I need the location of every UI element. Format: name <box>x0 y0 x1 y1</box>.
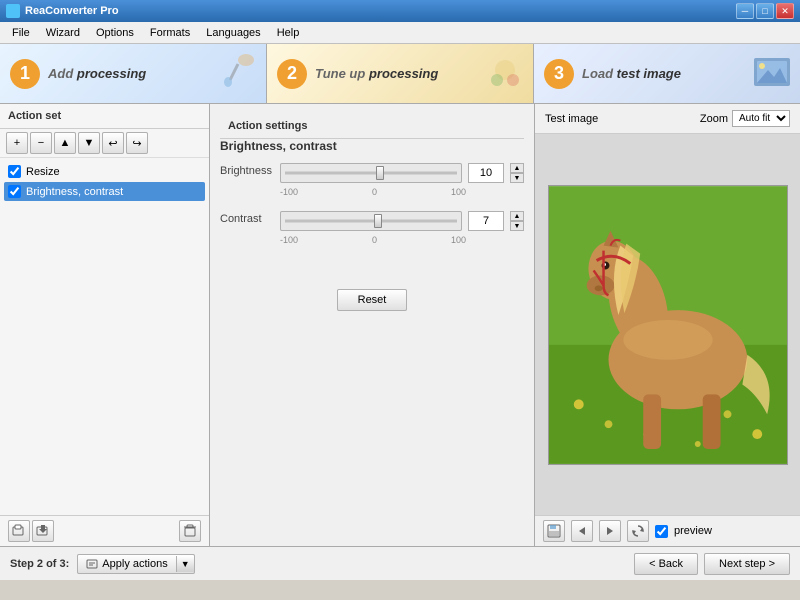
step-3-number: 3 <box>544 59 574 89</box>
status-bar: Step 2 of 3: Apply actions ▼ < Back Next… <box>0 546 800 580</box>
forward-image-button[interactable] <box>599 520 621 542</box>
step-2-text: Tune up processing <box>315 66 438 81</box>
brightness-spinner[interactable]: ▲ ▼ <box>510 163 524 183</box>
right-bottom-toolbar: preview <box>535 515 800 546</box>
apply-dropdown-arrow[interactable]: ▼ <box>176 556 194 572</box>
brightness-slider[interactable] <box>280 163 462 183</box>
minimize-button[interactable]: ─ <box>736 3 754 19</box>
menu-options[interactable]: Options <box>88 25 142 41</box>
contrast-spinner[interactable]: ▲ ▼ <box>510 211 524 231</box>
action-resize-label: Resize <box>26 166 60 178</box>
zoom-select[interactable]: Auto fit 25% 50% 75% 100% 200% <box>732 110 790 127</box>
action-settings-header: Action settings <box>220 114 524 139</box>
undo-button[interactable]: ↩ <box>102 132 124 154</box>
action-toolbar: + − ▲ ▼ ↩ ↪ <box>0 129 209 158</box>
window-controls: ─ □ ✕ <box>736 3 794 19</box>
steps-row: 1 Add processing 2 Tune up processing 3 … <box>0 44 800 104</box>
remove-action-button[interactable]: − <box>30 132 52 154</box>
add-action-button[interactable]: + <box>6 132 28 154</box>
contrast-scale: -100 0 100 <box>280 235 466 245</box>
right-panel: Test image Zoom Auto fit 25% 50% 75% 100… <box>535 104 800 546</box>
preview-label: preview <box>674 525 712 537</box>
contrast-down[interactable]: ▼ <box>510 221 524 231</box>
contrast-value[interactable]: 7 <box>468 211 504 231</box>
refresh-button[interactable] <box>627 520 649 542</box>
brightness-section: Brightness 10 ▲ ▼ -100 0 100 <box>220 163 524 197</box>
app-icon <box>6 4 20 18</box>
step-2-number: 2 <box>277 59 307 89</box>
action-resize-checkbox[interactable] <box>8 165 21 178</box>
left-panel: Action set + − ▲ ▼ ↩ ↪ Resize Brightness… <box>0 104 210 546</box>
step-3-banner[interactable]: 3 Load test image <box>534 44 800 103</box>
back-button[interactable]: < Back <box>634 553 698 575</box>
right-header: Test image Zoom Auto fit 25% 50% 75% 100… <box>535 104 800 134</box>
apply-icon <box>86 558 98 570</box>
move-down-button[interactable]: ▼ <box>78 132 100 154</box>
menu-languages[interactable]: Languages <box>198 25 268 41</box>
brightness-value[interactable]: 10 <box>468 163 504 183</box>
step-3-text: Load test image <box>582 66 681 81</box>
close-button[interactable]: ✕ <box>776 3 794 19</box>
apply-dropdown[interactable]: Apply actions ▼ <box>77 554 194 574</box>
reset-button[interactable]: Reset <box>337 289 408 311</box>
brightness-down[interactable]: ▼ <box>510 173 524 183</box>
delete-button[interactable] <box>179 520 201 542</box>
zoom-control: Zoom Auto fit 25% 50% 75% 100% 200% <box>700 110 790 127</box>
test-image <box>548 185 788 465</box>
step-1-number: 1 <box>10 59 40 89</box>
import-button[interactable] <box>8 520 30 542</box>
next-step-button[interactable]: Next step > <box>704 553 790 575</box>
step-1-banner[interactable]: 1 Add processing <box>0 44 267 103</box>
main-area: Action set + − ▲ ▼ ↩ ↪ Resize Brightness… <box>0 104 800 546</box>
action-set-header: Action set <box>0 104 209 129</box>
move-up-button[interactable]: ▲ <box>54 132 76 154</box>
action-item-resize[interactable]: Resize <box>4 162 205 181</box>
contrast-up[interactable]: ▲ <box>510 211 524 221</box>
menu-bar: File Wizard Options Formats Languages He… <box>0 22 800 44</box>
step-1-icon <box>218 52 258 92</box>
contrast-slider[interactable] <box>280 211 462 231</box>
preview-checkbox[interactable] <box>655 525 668 538</box>
apply-main-button[interactable]: Apply actions <box>78 555 175 573</box>
title-bar: ReaConverter Pro ─ □ ✕ <box>0 0 800 22</box>
action-brightness-checkbox[interactable] <box>8 185 21 198</box>
action-brightness-label: Brightness, contrast <box>26 186 123 198</box>
zoom-label: Zoom <box>700 113 728 125</box>
status-left: Step 2 of 3: Apply actions ▼ <box>10 554 195 574</box>
step-3-icon <box>752 52 792 92</box>
brightness-label: Brightness <box>220 165 280 177</box>
contrast-label: Contrast <box>220 213 280 225</box>
redo-button[interactable]: ↪ <box>126 132 148 154</box>
brightness-up[interactable]: ▲ <box>510 163 524 173</box>
step-1-text: Add processing <box>48 66 146 81</box>
bottom-icon-group-left <box>8 520 54 542</box>
save-image-button[interactable] <box>543 520 565 542</box>
brightness-contrast-title: Brightness, contrast <box>220 139 524 153</box>
menu-wizard[interactable]: Wizard <box>38 25 88 41</box>
maximize-button[interactable]: □ <box>756 3 774 19</box>
title-text: ReaConverter Pro <box>25 5 736 17</box>
image-area <box>535 134 800 515</box>
bottom-icons <box>0 515 209 546</box>
menu-help[interactable]: Help <box>269 25 308 41</box>
back-image-button[interactable] <box>571 520 593 542</box>
step-2-banner[interactable]: 2 Tune up processing <box>267 44 534 103</box>
menu-formats[interactable]: Formats <box>142 25 198 41</box>
test-image-label: Test image <box>545 113 598 125</box>
export-button[interactable] <box>32 520 54 542</box>
middle-panel: Action settings Brightness, contrast Bri… <box>210 104 535 546</box>
step-2-icon <box>485 52 525 92</box>
contrast-section: Contrast 7 ▲ ▼ -100 0 100 <box>220 211 524 245</box>
step-indicator: Step 2 of 3: <box>10 558 69 570</box>
action-list: Resize Brightness, contrast <box>0 158 209 515</box>
brightness-scale: -100 0 100 <box>280 187 466 197</box>
menu-file[interactable]: File <box>4 25 38 41</box>
action-item-brightness[interactable]: Brightness, contrast <box>4 182 205 201</box>
status-right: < Back Next step > <box>634 553 790 575</box>
